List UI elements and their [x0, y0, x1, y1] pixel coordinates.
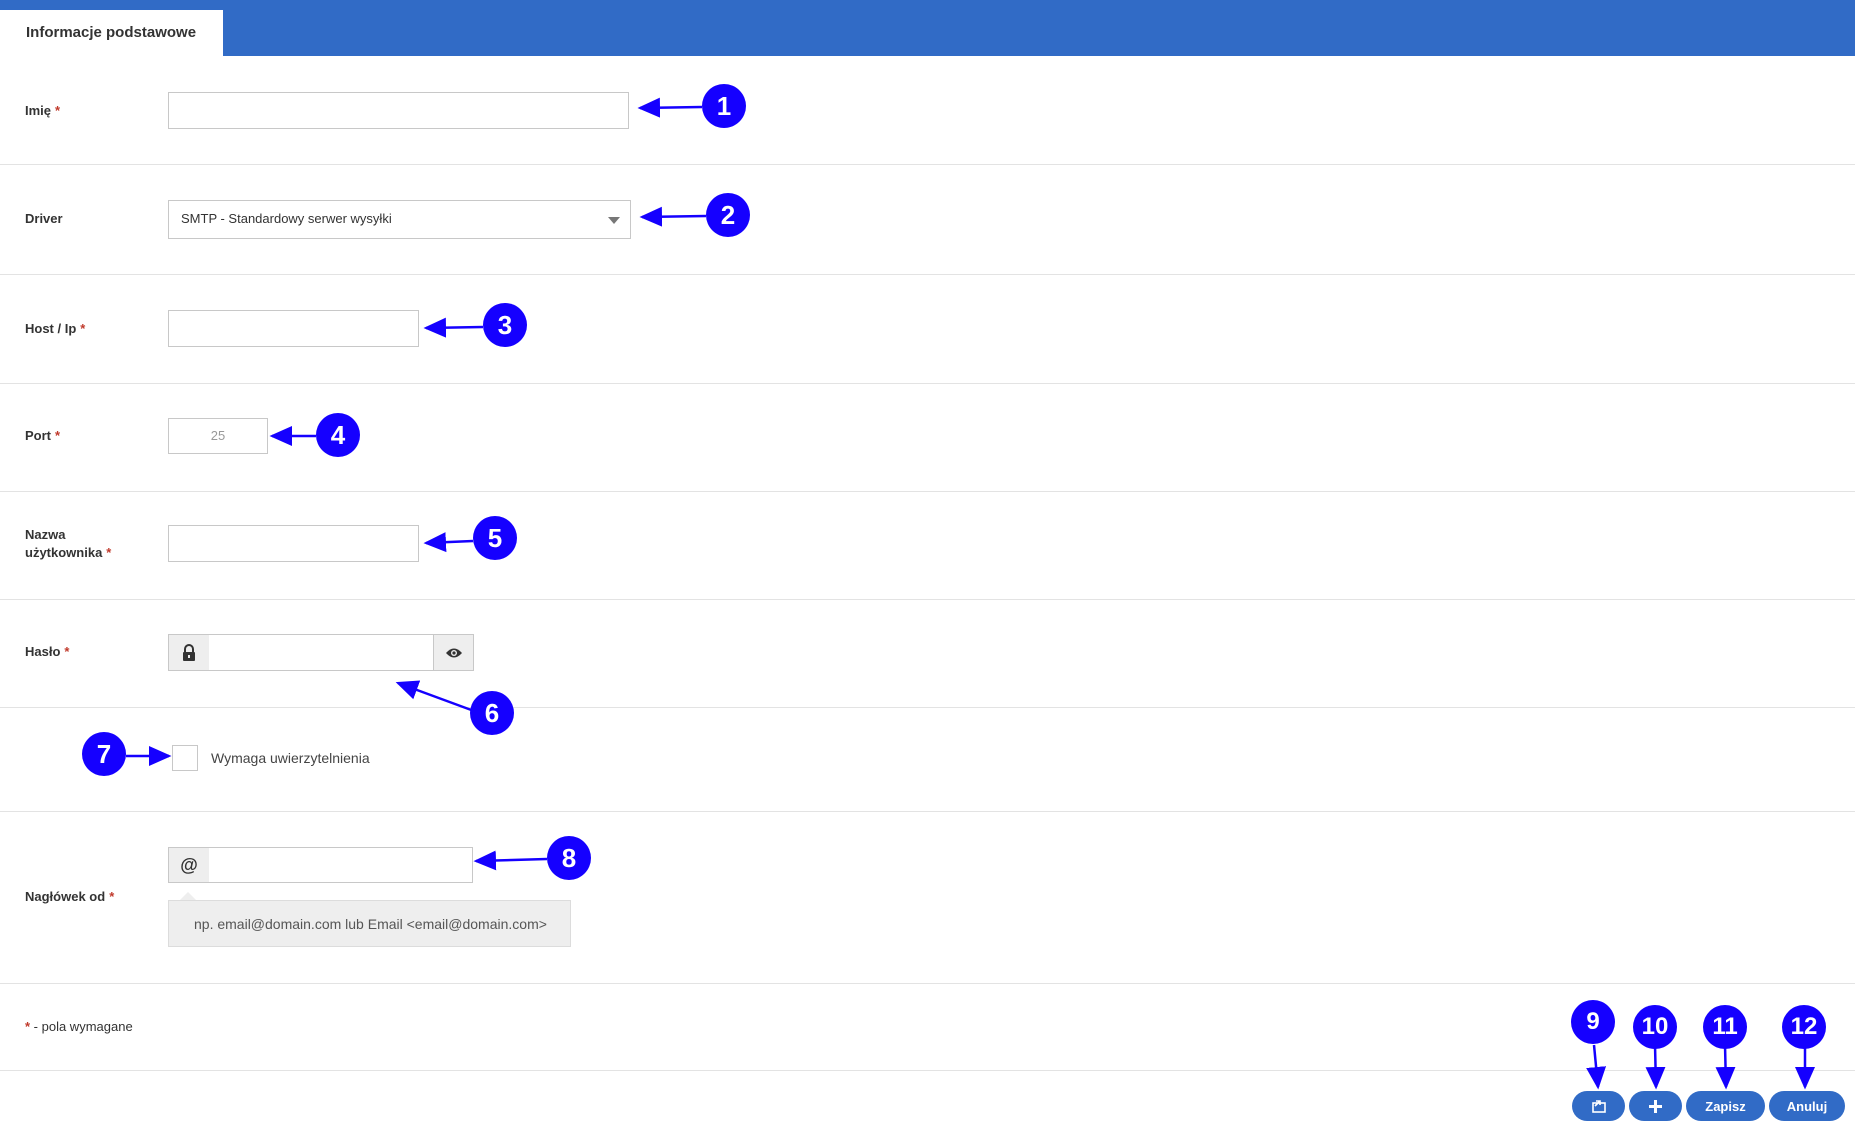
password-input[interactable] — [209, 634, 434, 671]
tab-informacje-podstawowe[interactable]: Informacje podstawowe — [0, 10, 223, 56]
driver-select[interactable]: SMTP - Standardowy serwer wysyłki — [168, 200, 631, 239]
plus-icon — [1649, 1099, 1662, 1113]
host-input[interactable] — [168, 310, 419, 347]
row-divider — [0, 164, 1855, 165]
callout-8: 8 — [547, 836, 591, 880]
callout-1: 1 — [702, 84, 746, 128]
save-button[interactable]: Zapisz — [1686, 1091, 1765, 1121]
callout-7: 7 — [82, 732, 126, 776]
username-label: Nazwa użytkownika * — [25, 527, 112, 560]
from-header-label: Nagłówek od * — [25, 889, 115, 904]
header-bar — [0, 0, 1855, 56]
password-label: Hasło * — [25, 644, 70, 659]
callout-10: 10 — [1633, 1005, 1677, 1049]
callout-6: 6 — [470, 691, 514, 735]
row-divider — [0, 707, 1855, 708]
row-divider — [0, 983, 1855, 984]
port-input[interactable]: 25 — [168, 418, 268, 454]
lock-icon — [183, 644, 195, 661]
callout-9: 9 — [1571, 1000, 1615, 1044]
from-header-input[interactable] — [209, 847, 473, 883]
callout-2: 2 — [706, 193, 750, 237]
name-input[interactable] — [168, 92, 629, 129]
name-label: Imię * — [25, 103, 61, 118]
row-divider — [0, 491, 1855, 492]
row-divider — [0, 599, 1855, 600]
row-divider — [0, 383, 1855, 384]
host-label: Host / Ip * — [25, 321, 86, 336]
required-fields-note: * - pola wymagane — [25, 1019, 133, 1034]
callout-11: 11 — [1703, 1005, 1747, 1049]
auth-checkbox-label[interactable]: Wymaga uwierzytelnienia — [211, 750, 370, 766]
at-addon: @ — [168, 847, 210, 883]
chevron-down-icon — [608, 217, 620, 224]
username-input[interactable] — [168, 525, 419, 562]
annotation-arrows — [126, 97, 1815, 1090]
lock-addon — [168, 634, 210, 671]
row-divider — [0, 811, 1855, 812]
driver-label: Driver — [25, 211, 63, 226]
cancel-button[interactable]: Anuluj — [1769, 1091, 1845, 1121]
eye-icon — [445, 648, 462, 657]
driver-selected-value: SMTP - Standardowy serwer wysyłki — [181, 211, 392, 226]
add-button[interactable] — [1629, 1091, 1682, 1121]
toggle-password-visibility[interactable] — [433, 634, 474, 671]
callout-5: 5 — [473, 516, 517, 560]
export-button[interactable] — [1572, 1091, 1625, 1121]
row-divider — [0, 274, 1855, 275]
callout-3: 3 — [483, 303, 527, 347]
auth-checkbox[interactable] — [172, 745, 198, 771]
from-header-hint: np. email@domain.com lub Email <email@do… — [168, 900, 571, 947]
port-label: Port * — [25, 428, 61, 443]
at-icon: @ — [180, 854, 198, 875]
callout-4: 4 — [316, 413, 360, 457]
export-icon — [1591, 1099, 1606, 1113]
row-divider — [0, 1070, 1855, 1071]
callout-12: 12 — [1782, 1005, 1826, 1049]
